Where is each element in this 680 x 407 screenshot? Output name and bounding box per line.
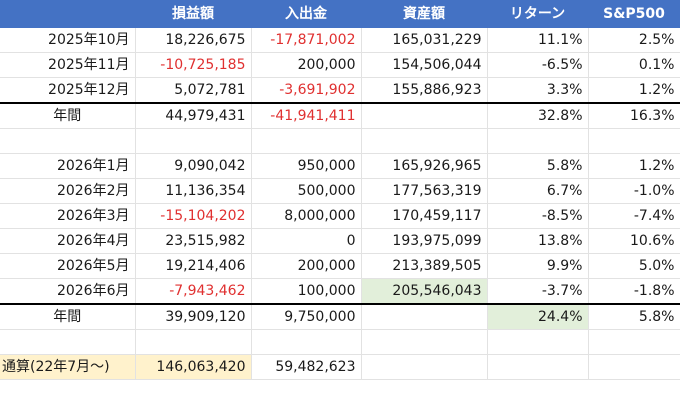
table-row: 2026年4月 23,515,982 0 193,975,099 13.8% 1…	[0, 228, 680, 254]
cumulative-label[interactable]: 通算(22年7月～)	[0, 354, 136, 380]
month-cell[interactable]: 2026年1月	[0, 153, 136, 179]
pl-cell[interactable]: -7,943,462	[135, 278, 252, 305]
sp500-cell[interactable]: 16.3%	[588, 102, 680, 129]
assets-cell[interactable]: 165,031,229	[361, 28, 488, 53]
table-row: 2025年10月 18,226,675 -17,871,002 165,031,…	[0, 28, 680, 53]
sp500-cell[interactable]: 0.1%	[588, 52, 680, 78]
header-sp500[interactable]: S&P500	[588, 0, 680, 28]
assets-cell[interactable]: 177,563,319	[361, 178, 488, 204]
assets-cell[interactable]: 165,926,965	[361, 153, 488, 179]
assets-cell[interactable]: 155,886,923	[361, 77, 488, 104]
header-flow[interactable]: 入出金	[251, 0, 362, 28]
header-return[interactable]: リターン	[487, 0, 589, 28]
return-cell[interactable]: 32.8%	[487, 102, 589, 129]
month-cell[interactable]: 2025年10月	[0, 28, 136, 53]
returns-table: 損益額 入出金 資産額 リターン S&P500 2025年10月 18,226,…	[0, 0, 680, 380]
pl-cell[interactable]: 19,214,406	[135, 253, 252, 279]
return-cell[interactable]: 9.9%	[487, 253, 589, 279]
flow-cell[interactable]: -3,691,902	[251, 77, 362, 104]
flow-cell[interactable]: 200,000	[251, 253, 362, 279]
assets-cell[interactable]: 170,459,117	[361, 203, 488, 229]
table-row: 2026年1月 9,090,042 950,000 165,926,965 5.…	[0, 153, 680, 179]
pl-cell[interactable]: 5,072,781	[135, 77, 252, 104]
spreadsheet: 損益額 入出金 資産額 リターン S&P500 2025年10月 18,226,…	[0, 0, 680, 407]
sp500-cell[interactable]: 10.6%	[588, 228, 680, 254]
pl-cell[interactable]: 18,226,675	[135, 28, 252, 53]
flow-cell[interactable]: 9,750,000	[251, 303, 362, 330]
return-cell[interactable]: 6.7%	[487, 178, 589, 204]
flow-cell[interactable]: -17,871,002	[251, 28, 362, 53]
return-cell[interactable]	[487, 354, 589, 380]
assets-cell[interactable]: 213,389,505	[361, 253, 488, 279]
month-cell[interactable]: 2025年11月	[0, 52, 136, 78]
header-pl[interactable]: 損益額	[135, 0, 252, 28]
pl-cell[interactable]: 11,136,354	[135, 178, 252, 204]
month-cell[interactable]: 2026年2月	[0, 178, 136, 204]
return-cell[interactable]: -6.5%	[487, 52, 589, 78]
sp500-cell[interactable]: 1.2%	[588, 153, 680, 179]
assets-cell[interactable]: 193,975,099	[361, 228, 488, 254]
sp500-cell[interactable]: 1.2%	[588, 77, 680, 104]
empty-row	[0, 329, 680, 355]
annual-label[interactable]: 年間	[0, 303, 136, 330]
pl-cell[interactable]: 44,979,431	[135, 102, 252, 129]
table-row: 2026年6月 -7,943,462 100,000 205,546,043 -…	[0, 278, 680, 305]
annual-row-2025: 年間 44,979,431 -41,941,411 32.8% 16.3%	[0, 102, 680, 129]
sp500-cell[interactable]: -1.8%	[588, 278, 680, 305]
assets-cell[interactable]	[361, 354, 488, 380]
month-cell[interactable]: 2026年4月	[0, 228, 136, 254]
table-row: 2025年11月 -10,725,185 200,000 154,506,044…	[0, 52, 680, 78]
month-cell[interactable]: 2026年5月	[0, 253, 136, 279]
pl-cell[interactable]: 23,515,982	[135, 228, 252, 254]
return-cell[interactable]: -3.7%	[487, 278, 589, 305]
month-cell[interactable]: 2026年6月	[0, 278, 136, 305]
table-row: 2026年5月 19,214,406 200,000 213,389,505 9…	[0, 253, 680, 279]
return-cell[interactable]: 13.8%	[487, 228, 589, 254]
flow-cell[interactable]: 0	[251, 228, 362, 254]
empty-row	[0, 128, 680, 154]
flow-cell[interactable]: 200,000	[251, 52, 362, 78]
assets-cell[interactable]	[361, 102, 488, 129]
sp500-cell[interactable]: 5.8%	[588, 303, 680, 330]
return-cell[interactable]: 5.8%	[487, 153, 589, 179]
month-cell[interactable]: 2025年12月	[0, 77, 136, 104]
pl-cell[interactable]: -15,104,202	[135, 203, 252, 229]
cumulative-row: 通算(22年7月～) 146,063,420 59,482,623	[0, 354, 680, 380]
sp500-cell[interactable]: -1.0%	[588, 178, 680, 204]
sp500-cell[interactable]: 5.0%	[588, 253, 680, 279]
return-cell[interactable]: -8.5%	[487, 203, 589, 229]
pl-cell[interactable]: -10,725,185	[135, 52, 252, 78]
sp500-cell[interactable]	[588, 354, 680, 380]
flow-cell[interactable]: 950,000	[251, 153, 362, 179]
assets-cell[interactable]	[361, 303, 488, 330]
return-cell[interactable]: 24.4%	[487, 303, 589, 330]
header-assets[interactable]: 資産額	[361, 0, 488, 28]
pl-cell[interactable]: 9,090,042	[135, 153, 252, 179]
return-cell[interactable]: 3.3%	[487, 77, 589, 104]
assets-cell[interactable]: 154,506,044	[361, 52, 488, 78]
month-cell[interactable]: 2026年3月	[0, 203, 136, 229]
flow-cell[interactable]: 100,000	[251, 278, 362, 305]
table-row: 2025年12月 5,072,781 -3,691,902 155,886,92…	[0, 77, 680, 104]
table-row: 2026年3月 -15,104,202 8,000,000 170,459,11…	[0, 203, 680, 229]
annual-row-2026: 年間 39,909,120 9,750,000 24.4% 5.8%	[0, 303, 680, 330]
assets-cell[interactable]: 205,546,043	[361, 278, 488, 305]
flow-cell[interactable]: 500,000	[251, 178, 362, 204]
flow-cell[interactable]: -41,941,411	[251, 102, 362, 129]
pl-cell[interactable]: 146,063,420	[135, 354, 252, 380]
sp500-cell[interactable]: -7.4%	[588, 203, 680, 229]
return-cell[interactable]: 11.1%	[487, 28, 589, 53]
sp500-cell[interactable]: 2.5%	[588, 28, 680, 53]
flow-cell[interactable]: 8,000,000	[251, 203, 362, 229]
pl-cell[interactable]: 39,909,120	[135, 303, 252, 330]
table-row: 2026年2月 11,136,354 500,000 177,563,319 6…	[0, 178, 680, 204]
header-row: 損益額 入出金 資産額 リターン S&P500	[0, 0, 680, 28]
header-blank[interactable]	[0, 0, 136, 28]
annual-label[interactable]: 年間	[0, 102, 136, 129]
flow-cell[interactable]: 59,482,623	[251, 354, 362, 380]
